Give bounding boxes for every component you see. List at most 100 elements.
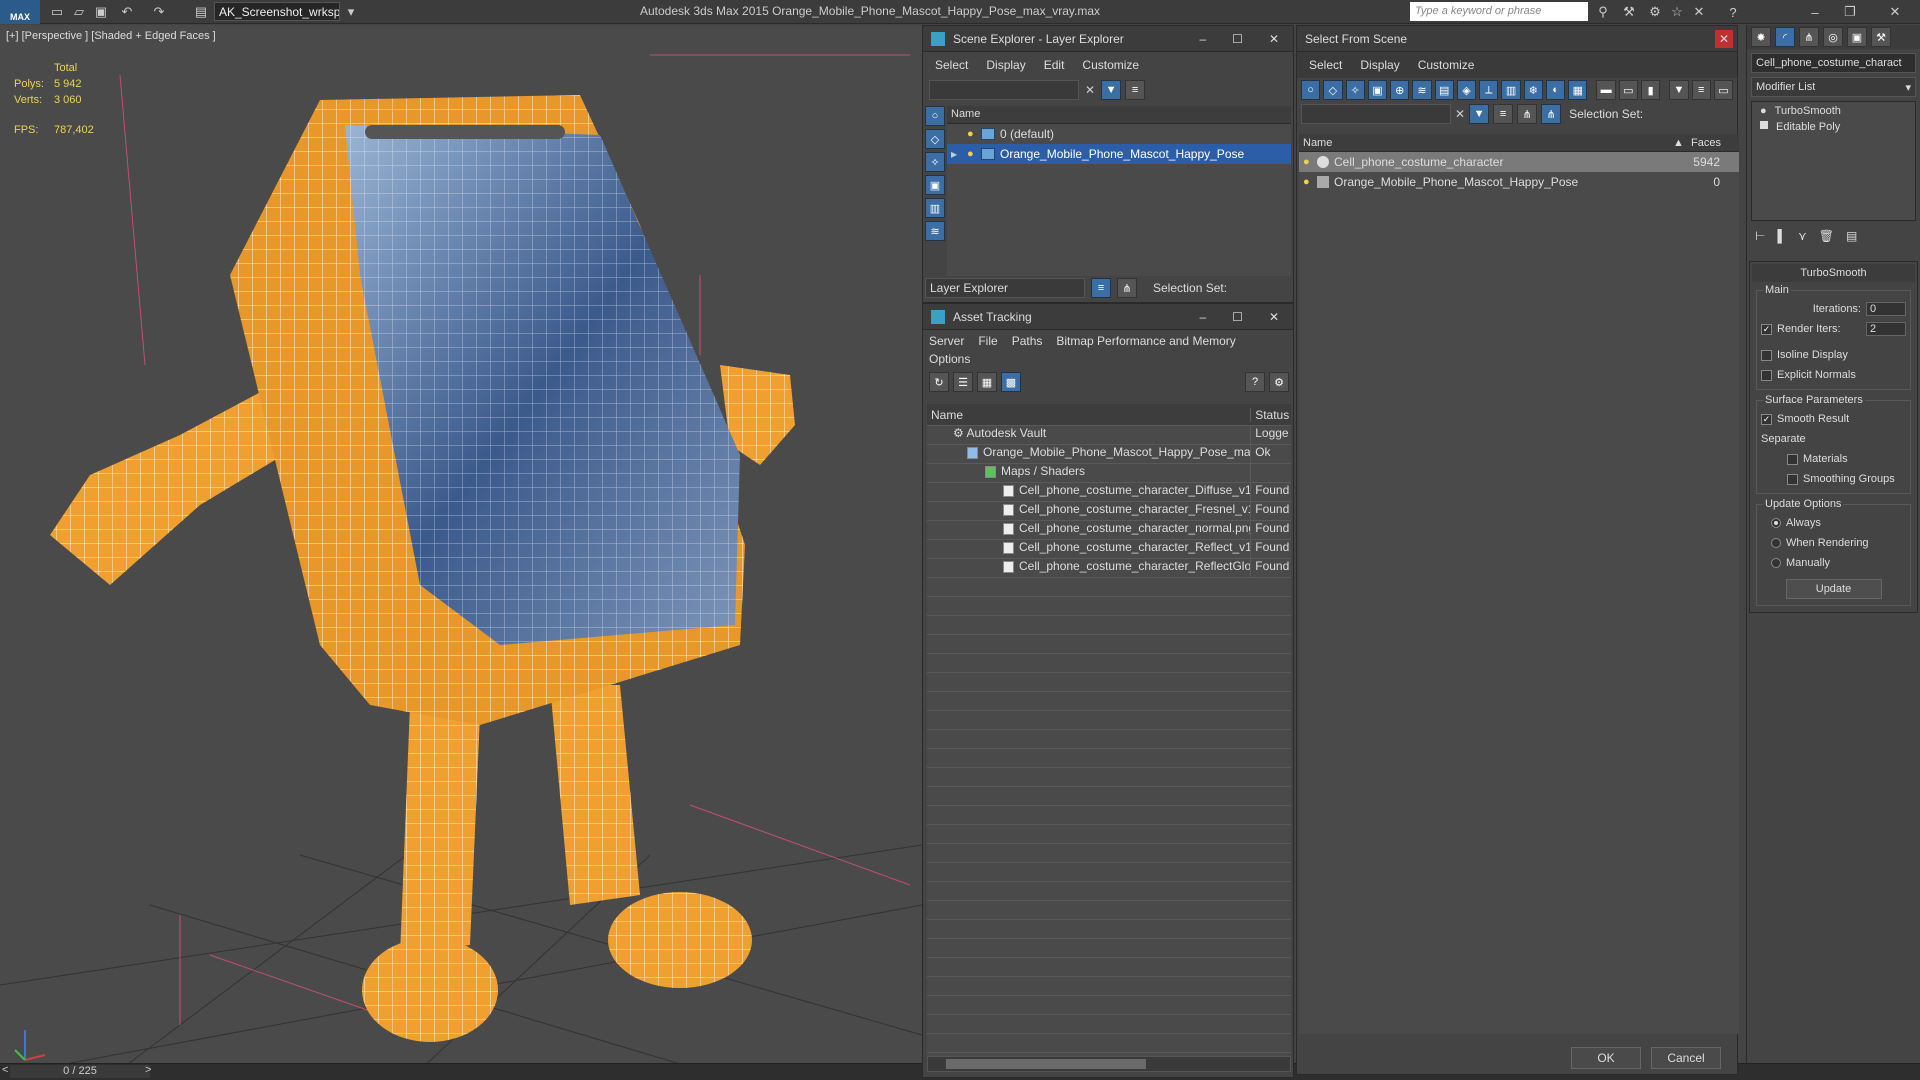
display-lights-icon[interactable]: ✧ xyxy=(925,152,945,172)
menu-options[interactable]: Options xyxy=(929,352,1287,366)
explorer-type-dropdown[interactable]: Layer Explorer xyxy=(925,278,1085,298)
lightbulb-icon[interactable]: ● xyxy=(967,148,981,160)
chevron-down-icon[interactable]: ▾ xyxy=(1905,81,1915,94)
menu-select[interactable]: Select xyxy=(1309,58,1342,72)
hierarchy-icon[interactable]: ⋔ xyxy=(1117,278,1137,298)
menu-select[interactable]: Select xyxy=(935,58,968,72)
clear-search-icon[interactable]: ✕ xyxy=(1085,83,1095,97)
select-all-icon[interactable]: ▬ xyxy=(1596,80,1616,100)
explicit-normals-checkbox[interactable] xyxy=(1761,369,1772,381)
update-button[interactable]: Update xyxy=(1785,579,1882,599)
menu-edit[interactable]: Edit xyxy=(1044,58,1065,72)
close-icon[interactable]: ✕ xyxy=(1269,32,1279,46)
help-icon[interactable]: ? xyxy=(1245,372,1265,392)
refresh-icon[interactable]: ↻ xyxy=(929,372,949,392)
modify-tab-icon[interactable]: ◜ xyxy=(1775,27,1795,47)
asset-row-reflect[interactable]: Cell_phone_costume_character_Reflect_v1.… xyxy=(927,540,1291,559)
menu-paths[interactable]: Paths xyxy=(1012,334,1043,348)
project-folder-icon[interactable]: ▤ xyxy=(192,3,210,21)
create-tab-icon[interactable]: ✸ xyxy=(1751,27,1771,47)
asset-row-fresnel[interactable]: Cell_phone_costume_character_Fresnel_v1.… xyxy=(927,502,1291,521)
object-row-mascot[interactable]: ● Orange_Mobile_Phone_Mascot_Happy_Pose … xyxy=(1299,172,1739,192)
smoothing-groups-checkbox[interactable] xyxy=(1787,473,1798,485)
menu-display[interactable]: Display xyxy=(986,58,1025,72)
filter-geometry-icon[interactable]: ○ xyxy=(1301,80,1321,100)
show-end-result-icon[interactable]: ▌ xyxy=(1777,229,1786,243)
column-header-name[interactable]: Name xyxy=(947,106,1291,124)
utilities-tab-icon[interactable]: ⚒ xyxy=(1871,27,1891,47)
filter-frozen-icon[interactable]: ❄ xyxy=(1523,80,1543,100)
filter-lights-icon[interactable]: ✧ xyxy=(1345,80,1365,100)
display-helpers-icon[interactable]: ▥ xyxy=(925,198,945,218)
redo-icon[interactable]: ↷ xyxy=(150,3,168,21)
asset-row-normal[interactable]: Cell_phone_costume_character_normal.png F… xyxy=(927,521,1291,540)
horizontal-scrollbar[interactable] xyxy=(927,1056,1291,1072)
lightbulb-icon[interactable]: ● xyxy=(1303,176,1317,188)
prev-frame-icon[interactable]: < xyxy=(2,1064,8,1076)
hierarchy-icon[interactable]: ⋔ xyxy=(1517,104,1538,124)
search-input[interactable]: Type a keyword or phrase xyxy=(1410,2,1588,21)
layer-row-mascot[interactable]: ▸ ● Orange_Mobile_Phone_Mascot_Happy_Pos… xyxy=(947,144,1291,164)
display-geometry-icon[interactable]: ○ xyxy=(925,106,945,126)
object-name-field[interactable]: Cell_phone_costume_charact xyxy=(1751,53,1916,73)
stack-item-editable-poly[interactable]: Editable Poly xyxy=(1752,120,1915,134)
asset-row-maps-shaders[interactable]: Maps / Shaders xyxy=(927,464,1291,483)
filter-spacewarps-icon[interactable]: ≋ xyxy=(1412,80,1432,100)
materials-checkbox[interactable] xyxy=(1787,453,1798,465)
manually-radio[interactable] xyxy=(1771,558,1781,568)
frame-counter[interactable]: 0 / 225 xyxy=(10,1065,150,1078)
menu-file[interactable]: File xyxy=(978,334,997,348)
thumbnail-view-icon[interactable]: ▦ xyxy=(977,372,997,392)
selection-set-icon[interactable]: ⋔ xyxy=(1541,104,1562,124)
table-view-icon[interactable]: ▩ xyxy=(1001,372,1021,392)
select-invert-icon[interactable]: ▮ xyxy=(1640,80,1661,100)
layer-filter-icon[interactable]: ≡ xyxy=(1125,80,1146,100)
scene-search-input[interactable] xyxy=(929,80,1079,100)
restore-icon[interactable]: ❐ xyxy=(1835,2,1865,22)
rollout-title[interactable]: TurboSmooth xyxy=(1752,264,1915,282)
make-unique-icon[interactable]: ⋎ xyxy=(1798,229,1807,243)
filter-cameras-icon[interactable]: ▣ xyxy=(1367,80,1388,100)
display-shapes-icon[interactable]: ◇ xyxy=(925,129,945,149)
exchange-icon[interactable]: ✕ xyxy=(1690,3,1708,21)
menu-customize[interactable]: Customize xyxy=(1418,58,1475,72)
undo-icon[interactable]: ↶ xyxy=(118,3,136,21)
clear-search-icon[interactable]: ✕ xyxy=(1455,107,1465,121)
binoculars-icon[interactable]: ⚲ xyxy=(1594,3,1612,21)
next-frame-icon[interactable]: > xyxy=(145,1064,151,1076)
smooth-result-checkbox[interactable]: ✓ xyxy=(1761,413,1772,425)
filter-groups-icon[interactable]: ▤ xyxy=(1434,80,1454,100)
render-iters-spinner[interactable]: 2 xyxy=(1866,322,1906,336)
always-radio[interactable] xyxy=(1771,518,1781,528)
minimize-icon[interactable]: – xyxy=(1800,2,1830,22)
filter-icon[interactable]: ▼ xyxy=(1469,104,1490,124)
layer-row-default[interactable]: ● 0 (default) xyxy=(947,124,1291,144)
remove-modifier-icon[interactable]: 🗑 xyxy=(1819,229,1834,243)
filter-hidden-icon[interactable]: ◐ xyxy=(1545,80,1566,100)
display-all-icon[interactable]: ≋ xyxy=(925,221,945,241)
list-view-icon[interactable]: ☰ xyxy=(953,372,973,392)
select-search-input[interactable] xyxy=(1301,104,1451,124)
select-none-icon[interactable]: ▭ xyxy=(1618,80,1638,100)
menu-bitmap-performance[interactable]: Bitmap Performance and Memory xyxy=(1056,334,1235,348)
display-cameras-icon[interactable]: ▣ xyxy=(925,175,945,195)
display-tab-icon[interactable]: ▣ xyxy=(1847,27,1867,47)
ok-button[interactable]: OK xyxy=(1571,1047,1641,1069)
iterations-spinner[interactable]: 0 xyxy=(1866,302,1906,316)
cancel-button[interactable]: Cancel xyxy=(1651,1047,1721,1069)
asset-row-vault[interactable]: ⚙ Autodesk Vault Logge xyxy=(927,426,1291,445)
open-file-icon[interactable]: ▱ xyxy=(70,3,88,21)
menu-display[interactable]: Display xyxy=(1360,58,1399,72)
column-header-name[interactable]: Name xyxy=(1299,137,1673,149)
configure-sets-icon[interactable]: ▤ xyxy=(1846,229,1857,243)
menu-customize[interactable]: Customize xyxy=(1082,58,1139,72)
options-icon[interactable]: ⚙ xyxy=(1269,372,1289,392)
signin-icon[interactable]: ⚙ xyxy=(1646,3,1664,21)
viewport-label[interactable]: [+] [Perspective ] [Shaded + Edged Faces… xyxy=(6,30,216,42)
column-header-status[interactable]: Status xyxy=(1251,408,1291,422)
asset-row-reflect-gloss[interactable]: Cell_phone_costume_character_ReflectGlo.… xyxy=(927,559,1291,578)
close-icon[interactable]: ✕ xyxy=(1715,29,1733,48)
phone-mascot-mesh[interactable] xyxy=(50,95,795,1042)
render-iters-checkbox[interactable]: ✓ xyxy=(1761,323,1772,335)
filter-all-icon[interactable]: ▦ xyxy=(1568,80,1588,100)
